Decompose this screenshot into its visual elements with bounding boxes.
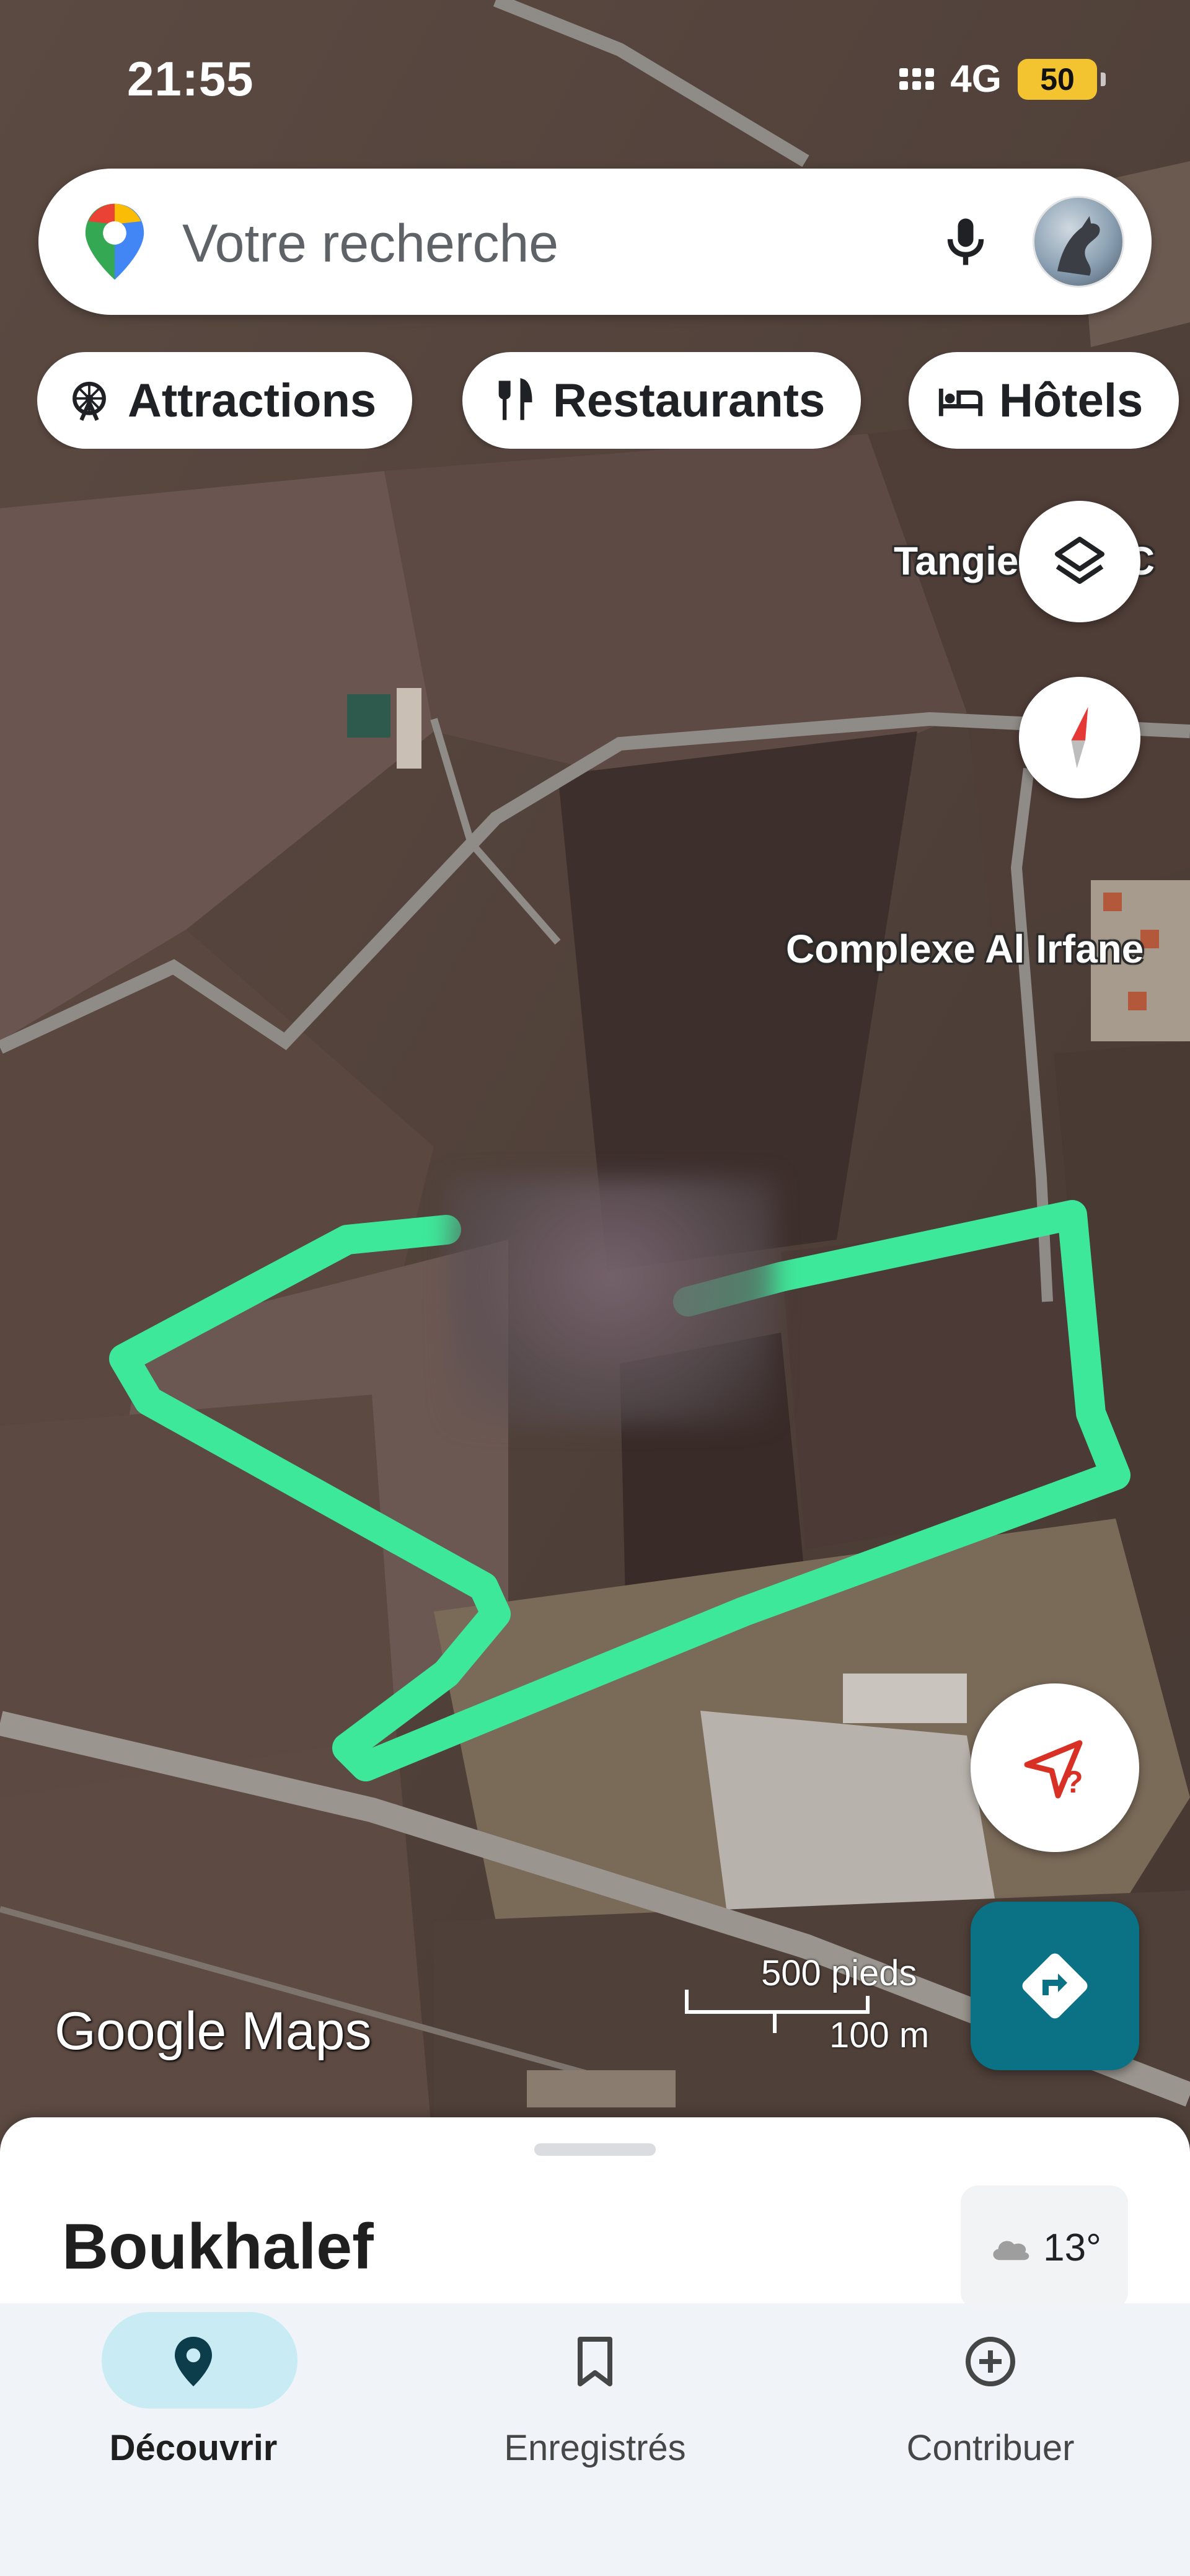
nav-decouvrir-label: Découvrir (109, 2428, 278, 2468)
directions-button[interactable] (971, 1902, 1139, 2070)
add-circle-icon (966, 2337, 1015, 2386)
compass-button[interactable] (1019, 677, 1140, 798)
svg-text:?: ? (1064, 1765, 1083, 1799)
place-title: Boukhalef (62, 2211, 374, 2283)
nav-contribuer[interactable]: Contribuer (835, 2303, 1145, 2508)
location-unknown-icon: ? (1024, 1740, 1083, 1799)
battery-icon: 50 (1018, 58, 1106, 100)
bookmark-icon (578, 2337, 612, 2386)
map-label-complexe[interactable]: Complexe Al Irfane (786, 926, 1144, 972)
signal-icon (899, 68, 935, 90)
google-maps-watermark: Google Maps (55, 2001, 372, 2061)
map-label-tangier-text: Tangie (894, 539, 1019, 583)
status-indicators: 4G 50 (899, 57, 1106, 101)
compass-icon (1071, 707, 1088, 769)
scale-meters: 100 m (829, 2015, 930, 2055)
chip-restaurants-label: Restaurants (553, 374, 826, 427)
bottom-navigation: Découvrir Enregistrés Contribuer (0, 2303, 1190, 2576)
nav-contribuer-label: Contribuer (906, 2428, 1075, 2468)
layers-icon (1055, 537, 1104, 584)
layers-button[interactable] (1019, 501, 1140, 622)
status-time: 21:55 (127, 51, 254, 106)
bed-icon (938, 389, 983, 417)
my-location-button[interactable]: ? (971, 1683, 1139, 1852)
map-scale: 500 pieds 100 m (682, 1952, 942, 2055)
directions-icon (1022, 1953, 1088, 2019)
cloud-icon (993, 2241, 1029, 2261)
search-input[interactable]: Votre recherche (182, 213, 558, 275)
search-bar[interactable]: Votre recherche (38, 169, 1152, 315)
category-chips: Attractions Restaurants Hôtels (37, 352, 1190, 449)
sheet-drag-handle[interactable] (534, 2143, 656, 2156)
network-type: 4G (950, 58, 1002, 100)
nav-decouvrir[interactable]: Découvrir (38, 2303, 348, 2508)
status-bar: 21:55 4G 50 (0, 0, 1190, 149)
nav-enregistres[interactable]: Enregistrés (440, 2303, 750, 2508)
nav-enregistres-label: Enregistrés (504, 2428, 686, 2468)
google-maps-pin-icon (85, 203, 144, 280)
chip-attractions-label: Attractions (128, 374, 377, 427)
fork-knife-icon (498, 377, 532, 420)
weather-temp: 13° (1043, 2226, 1101, 2269)
chip-attractions[interactable]: Attractions (37, 352, 413, 449)
location-pin-icon (175, 2337, 212, 2386)
map-view[interactable]: Tangie9 C Complexe Al Irfane ? Google Ma… (0, 0, 1190, 2157)
ferris-wheel-icon (73, 381, 106, 421)
blurred-marker (447, 1178, 776, 1426)
battery-level: 50 (1040, 61, 1075, 97)
chip-hotels-label: Hôtels (999, 374, 1144, 427)
avatar-image (1057, 216, 1100, 276)
user-avatar[interactable] (1033, 196, 1124, 288)
chip-hotels[interactable]: Hôtels (909, 352, 1179, 449)
chip-restaurants[interactable]: Restaurants (462, 352, 862, 449)
weather-badge[interactable]: 13° (961, 2186, 1128, 2309)
scale-feet: 500 pieds (761, 1953, 917, 1993)
microphone-icon[interactable] (935, 211, 997, 273)
